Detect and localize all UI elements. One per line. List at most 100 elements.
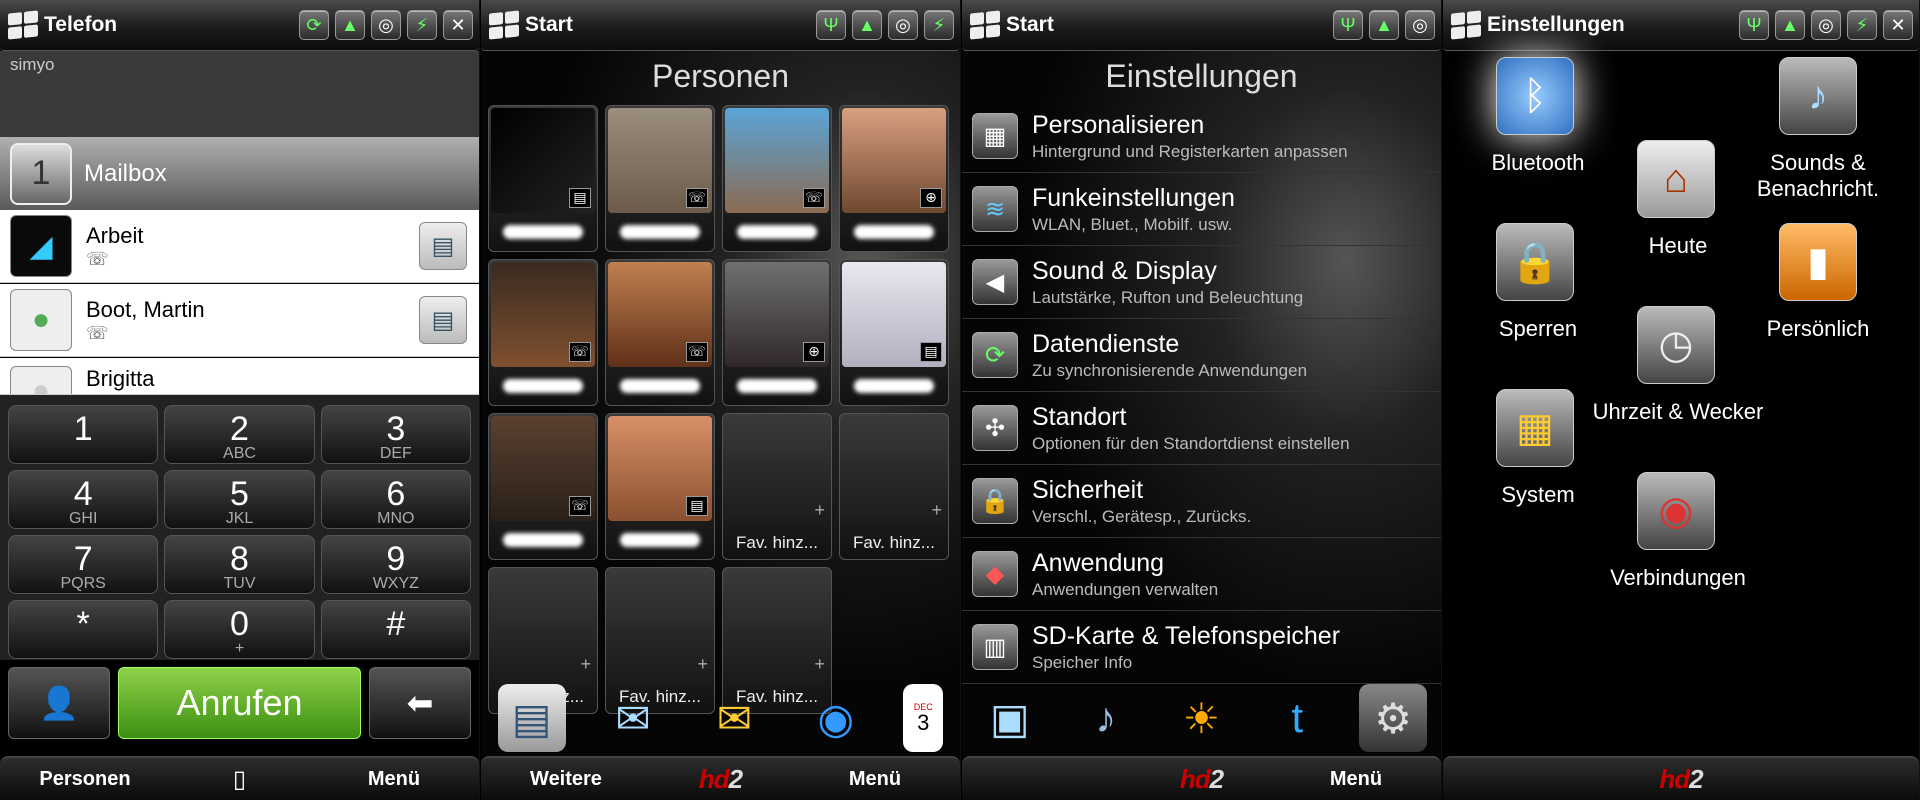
mailbox-row[interactable]: 1 Mailbox xyxy=(0,137,479,210)
music-tab-icon[interactable]: ♪ xyxy=(1072,684,1140,752)
gps-icon: ◎ xyxy=(1811,10,1841,40)
favorite-tile[interactable]: ☏ xyxy=(605,105,715,252)
mail-tab-icon[interactable]: ✉ xyxy=(700,684,768,752)
key-digit: 6 xyxy=(386,475,406,513)
weather-tab-icon[interactable]: ☀ xyxy=(1167,684,1235,752)
add-favorite-tile[interactable]: + Fav. hinz... xyxy=(722,413,832,560)
key-11[interactable]: # xyxy=(320,600,471,659)
favorite-tile[interactable]: ☏ xyxy=(488,259,598,406)
settings-item-personalisieren[interactable]: ▦ Personalisieren Hintergrund und Register… xyxy=(962,100,1441,173)
settings-item-sound-display[interactable]: ◀ Sound & Display Lautstärke, Rufton und B… xyxy=(962,246,1441,319)
bluetooth-icon[interactable]: ᛒ xyxy=(1496,57,1574,135)
personal-icon[interactable]: ▮ xyxy=(1779,223,1857,301)
sync-icon: ⟳ xyxy=(299,10,329,40)
phone-screen: Telefon ⟳ ▲ ◎ ⚡ ✕ simyo 1 Mailbox ◢ Arbe… xyxy=(0,0,480,800)
windows-start-icon[interactable] xyxy=(8,10,38,40)
favorite-tile[interactable]: ▤ xyxy=(488,105,598,252)
settings-item-title: Sound & Display xyxy=(1032,256,1217,285)
contacts-button[interactable]: 👤 xyxy=(8,667,110,739)
key-1[interactable]: 2 ABC xyxy=(164,405,315,464)
close-icon[interactable]: ✕ xyxy=(443,10,473,40)
connections-icon[interactable]: ◉ xyxy=(1637,472,1715,550)
twitter-tab-icon[interactable]: t xyxy=(1263,684,1331,752)
photos-tab-icon[interactable]: ▣ xyxy=(976,684,1044,752)
settings-item-subtitle: Verschl., Gerätesp., Zurücks. xyxy=(1032,506,1252,526)
system-icon[interactable]: ▦ xyxy=(1496,389,1574,467)
call-button[interactable]: Anrufen xyxy=(118,667,361,739)
messages-tab-icon[interactable]: ✉ xyxy=(599,684,667,752)
settings-item-sicherheit[interactable]: 🔒 Sicherheit Verschl., Gerätesp., Zurücks. xyxy=(962,465,1441,538)
settings-item-anwendung[interactable]: ◆ Anwendung Anwendungen verwalten xyxy=(962,538,1441,611)
key-digit: 1 xyxy=(73,410,93,448)
softkey-right[interactable]: Menü xyxy=(790,768,960,791)
windows-start-icon[interactable] xyxy=(970,10,1000,40)
contact-card-button[interactable]: ▤ xyxy=(419,296,467,344)
key-letters: ABC xyxy=(223,445,256,462)
key-2[interactable]: 3 DEF xyxy=(320,405,471,464)
softkey-right[interactable]: Menü xyxy=(1271,768,1441,791)
close-icon[interactable]: ✕ xyxy=(1883,10,1913,40)
backspace-button[interactable]: ⬅ xyxy=(369,667,471,739)
internet-tab-icon[interactable]: ◉ xyxy=(802,684,870,752)
favorite-tile[interactable]: ⊕ xyxy=(722,259,832,406)
sounds-icon[interactable]: ♪ xyxy=(1779,57,1857,135)
settings-item-standort[interactable]: ✣ Standort Optionen für den Standortdienst… xyxy=(962,392,1441,465)
softkey-right[interactable]: Menü xyxy=(309,768,479,791)
favorite-tile[interactable]: ☏ xyxy=(722,105,832,252)
favorite-tile[interactable]: ⊕ xyxy=(839,105,949,252)
windows-start-icon[interactable] xyxy=(489,10,519,40)
contact-row[interactable]: ◢ Arbeit ☏ ▤ xyxy=(0,210,479,283)
key-letters: DEF xyxy=(379,445,412,462)
settings-item-title: Personalisieren xyxy=(1032,110,1205,139)
key-4[interactable]: 5 JKL xyxy=(164,470,315,529)
people-tab-icon[interactable]: ▤ xyxy=(497,684,566,752)
contact-card-button[interactable]: ▤ xyxy=(419,222,467,270)
key-digit: # xyxy=(386,605,406,643)
favorite-tile[interactable]: ▤ xyxy=(839,259,949,406)
favorite-tile[interactable]: ▤ xyxy=(605,413,715,560)
windows-start-icon[interactable] xyxy=(1451,10,1481,40)
key-0[interactable]: 1 xyxy=(8,405,159,464)
key-digit: 2 xyxy=(230,410,249,448)
key-3[interactable]: 4 GHI xyxy=(8,470,159,529)
keypad-toggle-icon[interactable]: ▯ xyxy=(190,765,290,794)
lock-icon[interactable]: 🔒 xyxy=(1496,223,1574,301)
avatar: ● xyxy=(10,366,72,394)
personal-label: Persönlich xyxy=(1766,316,1870,341)
key-5[interactable]: 6 MNO xyxy=(320,470,471,529)
today-icon[interactable]: ⌂ xyxy=(1637,140,1715,218)
tab-dock: ▤ ✉ ✉ ◉ DEC 3 xyxy=(481,677,960,752)
clock-icon[interactable]: ◷ xyxy=(1637,306,1715,384)
settings-item-subtitle: WLAN, Bluet., Mobilf. usw. xyxy=(1032,214,1233,234)
key-digit: 0 xyxy=(230,605,249,643)
settings-item-title: Funkeinstellungen xyxy=(1032,183,1235,212)
add-icon: + xyxy=(697,654,708,674)
key-8[interactable]: 9 WXYZ xyxy=(320,535,471,594)
favorite-tile[interactable]: ☏ xyxy=(605,259,715,406)
screen-title: Start xyxy=(525,13,573,36)
settings-item-funkeinstellungen[interactable]: ≋ Funkeinstellungen WLAN, Bluet., Mobilf. … xyxy=(962,173,1441,246)
favorites-grid: ▤ ☏ ☏ ⊕ ☏ ☏ ⊕ ▤ ☏ ▤ + Fav. hinz... + Fav. … xyxy=(488,105,949,714)
hd2-logo: hd2 xyxy=(1179,763,1224,794)
settings-item-sd-karte[interactable]: ▥ SD-Karte & Telefonspeicher Speicher Info xyxy=(962,611,1441,684)
settings-item-datendienste[interactable]: ⟳ Datendienste Zu synchronisierende Anwend… xyxy=(962,319,1441,392)
redacted-name xyxy=(854,379,934,393)
softkey-left[interactable]: Weitere xyxy=(481,768,651,791)
settings-tab-icon[interactable]: ⚙ xyxy=(1359,684,1428,752)
applications-icon: ◆ xyxy=(972,551,1018,597)
contact-row[interactable]: ● Brigitta xyxy=(0,358,479,395)
add-favorite-tile[interactable]: + Fav. hinz... xyxy=(839,413,949,560)
calendar-tab-icon[interactable]: DEC 3 xyxy=(903,684,944,752)
key-9[interactable]: * xyxy=(8,600,159,659)
redacted-name xyxy=(620,533,700,547)
number-display xyxy=(0,51,479,137)
signal-icon: ▲ xyxy=(1775,10,1805,40)
key-digit: 9 xyxy=(386,540,406,578)
key-6[interactable]: 7 PQRS xyxy=(8,535,159,594)
add-favorite-label: Fav. hinz... xyxy=(853,533,935,552)
contact-row[interactable]: ● Boot, Martin ☏ ▤ xyxy=(0,284,479,357)
favorite-tile[interactable]: ☏ xyxy=(488,413,598,560)
key-7[interactable]: 8 TUV xyxy=(164,535,315,594)
softkey-left[interactable]: Personen xyxy=(0,768,170,791)
key-10[interactable]: 0 + xyxy=(164,600,315,659)
